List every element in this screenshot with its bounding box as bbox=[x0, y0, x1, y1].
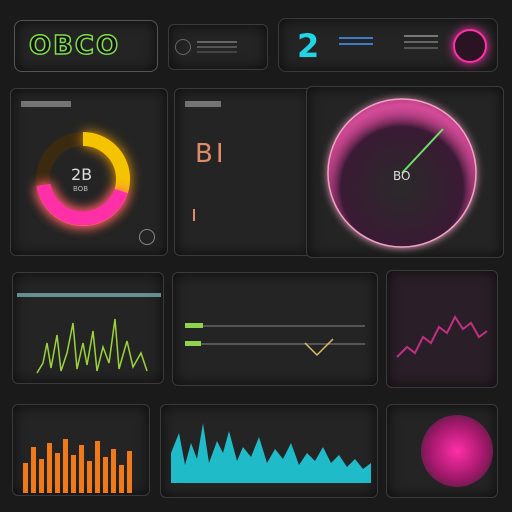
cyan-waveform bbox=[171, 423, 371, 483]
sliders-panel bbox=[172, 272, 378, 386]
glow-circle[interactable] bbox=[421, 415, 493, 487]
profile-icon[interactable] bbox=[453, 29, 487, 63]
readout-panel: BI bbox=[174, 88, 312, 256]
heat-panel bbox=[386, 270, 498, 388]
glow-button-panel bbox=[386, 404, 498, 498]
green-waveform bbox=[36, 318, 148, 374]
status-panel: 2 bbox=[278, 18, 498, 72]
heat-graph bbox=[396, 315, 488, 358]
readout-bars bbox=[193, 209, 255, 221]
slider-fill-2 bbox=[185, 341, 201, 346]
orange-bars-panel bbox=[12, 404, 150, 496]
status-lines bbox=[339, 37, 373, 39]
status-lines-2 bbox=[404, 35, 438, 37]
waveform-panel-green bbox=[12, 272, 164, 384]
slider-track-1[interactable] bbox=[185, 325, 365, 327]
logo-panel: OBCO bbox=[14, 20, 158, 72]
green-header-bar bbox=[17, 293, 161, 297]
cyan-wave-panel bbox=[160, 404, 378, 498]
expand-icon[interactable] bbox=[139, 229, 155, 245]
menu-icon[interactable] bbox=[175, 39, 191, 55]
readout-value: BI bbox=[195, 139, 227, 169]
slider-fill-1 bbox=[185, 323, 203, 328]
donut-value: 2B bbox=[71, 165, 93, 184]
logo-text: OBCO bbox=[28, 30, 121, 62]
orange-bar-chart bbox=[23, 439, 132, 493]
donut-label: BOB bbox=[73, 185, 88, 193]
check-mark-icon bbox=[304, 338, 334, 357]
donut-panel: 2B BOB bbox=[10, 88, 168, 256]
badge-number: 2 bbox=[297, 27, 320, 65]
slider-track-2[interactable] bbox=[185, 343, 365, 345]
donut-chart bbox=[36, 132, 131, 226]
readout-header-line bbox=[185, 101, 221, 107]
gauge-panel: BO bbox=[306, 86, 504, 258]
gauge-label: BO bbox=[393, 169, 411, 183]
header-menu-panel bbox=[168, 24, 268, 70]
header-lines bbox=[197, 41, 237, 43]
donut-header-line bbox=[21, 101, 71, 107]
